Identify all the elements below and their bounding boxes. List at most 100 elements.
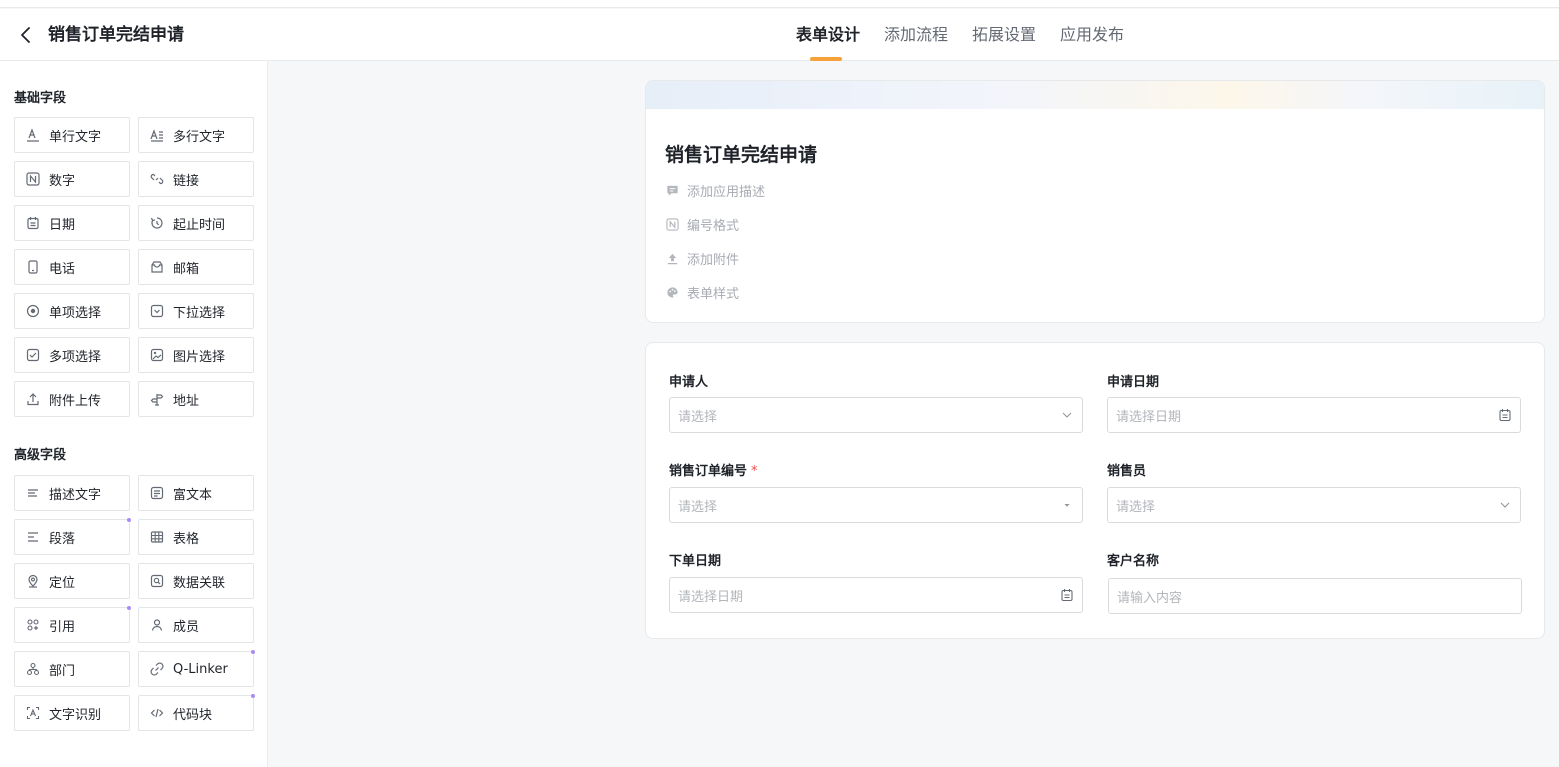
new-feature-dot <box>251 694 255 698</box>
code-icon <box>149 705 165 721</box>
apply-date-picker[interactable]: 请选择日期 <box>1107 397 1521 433</box>
field-salesperson-label-text: 销售员 <box>1107 464 1147 479</box>
new-feature-dot <box>127 518 131 522</box>
field-label: 描述文字 <box>49 487 102 503</box>
order-date-placeholder: 请选择日期 <box>678 589 744 605</box>
department-icon <box>25 661 41 677</box>
field-label: 多行文字 <box>173 129 226 145</box>
field-label: 附件上传 <box>49 393 102 409</box>
description-icon <box>25 485 41 501</box>
data-link-icon <box>149 573 165 589</box>
field-time-range[interactable]: 起止时间 <box>138 205 254 241</box>
tab-form-design[interactable]: 表单设计 <box>796 9 860 61</box>
action-label: 表单样式 <box>687 286 740 302</box>
field-customer-name-label-text: 客户名称 <box>1107 554 1160 569</box>
field-description[interactable]: 描述文字 <box>14 475 130 511</box>
field-label: 下拉选择 <box>173 305 226 321</box>
field-label: 定位 <box>49 575 76 591</box>
field-label: 引用 <box>49 619 76 635</box>
field-data-link[interactable]: 数据关联 <box>138 563 254 599</box>
field-applicant-label: 申请人 <box>669 371 708 390</box>
field-palette-sidebar: 基础字段 单行文字 多行文字 数字 链接 日期 起止时间 电话 邮箱 单项选择 … <box>0 61 268 767</box>
field-ocr[interactable]: 文字识别 <box>14 695 130 731</box>
form-style-button[interactable]: 表单样式 <box>665 282 739 302</box>
field-date[interactable]: 日期 <box>14 205 130 241</box>
new-feature-dot <box>127 606 131 610</box>
applicant-select[interactable]: 请选择 <box>669 397 1083 433</box>
tab-extension-settings-label: 拓展设置 <box>972 25 1037 44</box>
number-format-icon <box>665 217 679 231</box>
field-multi-choice[interactable]: 多项选择 <box>14 337 130 373</box>
header-tabs: 表单设计 添加流程 拓展设置 应用发布 <box>796 9 1148 61</box>
customer-name-input[interactable]: 请输入内容 <box>1108 578 1522 614</box>
field-single-choice[interactable]: 单项选择 <box>14 293 130 329</box>
new-feature-dot <box>251 650 255 654</box>
advanced-fields-title: 高级字段 <box>14 448 67 463</box>
tab-app-publish[interactable]: 应用发布 <box>1060 9 1124 61</box>
upload-icon <box>25 391 41 407</box>
app-header: 销售订单完结申请 表单设计 添加流程 拓展设置 应用发布 <box>0 9 1559 61</box>
basic-fields-title: 基础字段 <box>14 91 67 106</box>
calendar-icon <box>1498 408 1512 422</box>
field-number[interactable]: 数字 <box>14 161 130 197</box>
field-dropdown[interactable]: 下拉选择 <box>138 293 254 329</box>
address-icon <box>149 391 165 407</box>
field-label: 单项选择 <box>49 305 102 321</box>
field-label: 数据关联 <box>173 575 226 591</box>
field-multi-line-text[interactable]: 多行文字 <box>138 117 254 153</box>
field-department[interactable]: 部门 <box>14 651 130 687</box>
field-image-choice[interactable]: 图片选择 <box>138 337 254 373</box>
required-mark: * <box>751 464 758 479</box>
sales-order-no-select[interactable]: 请选择 <box>669 487 1083 523</box>
tab-add-process[interactable]: 添加流程 <box>884 9 948 61</box>
field-label: 日期 <box>49 217 76 233</box>
form-header-card: 销售订单完结申请 添加应用描述 编号格式 添加附件 表单样式 <box>645 80 1545 323</box>
rich-text-icon <box>149 485 165 501</box>
field-reference[interactable]: 引用 <box>14 606 131 643</box>
field-mail[interactable]: 邮箱 <box>138 249 254 285</box>
field-customer-name-label: 客户名称 <box>1107 550 1159 569</box>
field-label: 起止时间 <box>173 217 226 233</box>
field-table[interactable]: 表格 <box>138 519 254 555</box>
field-label: Q-Linker <box>173 661 228 677</box>
dropdown-icon <box>149 303 165 319</box>
active-tab-indicator <box>810 57 842 61</box>
window-top-strip <box>0 0 1559 8</box>
field-order-date-label: 下单日期 <box>669 550 721 569</box>
field-single-line-text[interactable]: 单行文字 <box>14 117 130 153</box>
field-label: 段落 <box>49 531 76 547</box>
image-icon <box>149 347 165 363</box>
field-link[interactable]: 链接 <box>138 161 254 197</box>
field-label: 链接 <box>173 173 200 189</box>
customer-name-placeholder: 请输入内容 <box>1117 590 1183 606</box>
form-fields-card: 申请人 请选择 申请日期 请选择日期 销售订单编号 * 请选择 销售员 请选择 下… <box>645 342 1545 639</box>
form-banner <box>646 81 1544 109</box>
field-label: 邮箱 <box>173 261 200 277</box>
radio-icon <box>25 303 41 319</box>
field-salesperson-label: 销售员 <box>1107 460 1146 479</box>
field-member[interactable]: 成员 <box>138 607 254 643</box>
add-attachment-button[interactable]: 添加附件 <box>665 248 739 268</box>
table-icon <box>149 529 165 545</box>
field-address[interactable]: 地址 <box>138 381 254 417</box>
field-paragraph[interactable]: 段落 <box>14 518 131 555</box>
field-code-block[interactable]: 代码块 <box>138 694 255 731</box>
field-label: 富文本 <box>173 487 213 503</box>
field-attachment-upload[interactable]: 附件上传 <box>14 381 130 417</box>
field-rich-text[interactable]: 富文本 <box>138 475 254 511</box>
field-phone[interactable]: 电话 <box>14 249 130 285</box>
field-label: 部门 <box>49 663 76 679</box>
add-app-description-button[interactable]: 添加应用描述 <box>665 180 765 200</box>
field-location[interactable]: 定位 <box>14 563 130 599</box>
salesperson-select[interactable]: 请选择 <box>1107 487 1521 523</box>
tab-extension-settings[interactable]: 拓展设置 <box>972 9 1036 61</box>
mail-icon <box>149 259 165 275</box>
back-icon[interactable] <box>17 23 37 47</box>
field-apply-date-label-text: 申请日期 <box>1107 375 1160 390</box>
number-format-button[interactable]: 编号格式 <box>665 214 739 234</box>
form-title[interactable]: 销售订单完结申请 <box>665 140 817 167</box>
field-label: 表格 <box>173 531 200 547</box>
order-date-picker[interactable]: 请选择日期 <box>669 577 1083 613</box>
tab-app-publish-label: 应用发布 <box>1060 25 1125 44</box>
field-q-linker[interactable]: Q-Linker <box>138 650 255 687</box>
